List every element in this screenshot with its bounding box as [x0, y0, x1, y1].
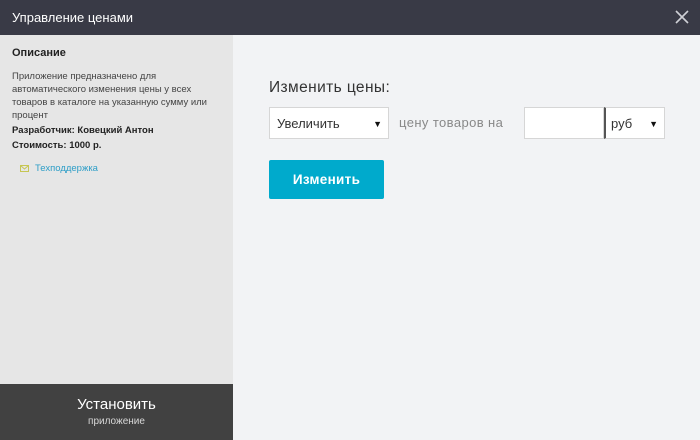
dropdown-arrow-icon: ▼	[649, 119, 658, 129]
action-select[interactable]: Увеличить ▼	[269, 107, 389, 139]
unit-select-value: руб	[611, 116, 633, 131]
unit-select[interactable]: руб ▼	[604, 107, 665, 139]
install-button[interactable]: Установить приложение	[0, 384, 233, 440]
close-icon[interactable]	[673, 8, 691, 26]
install-label: Установить	[77, 396, 156, 413]
window-title: Управление ценами	[12, 10, 134, 25]
form-heading: Изменить цены:	[269, 79, 391, 96]
sidebar: Описание Приложение предназначено для ав…	[0, 35, 233, 440]
sidebar-heading: Описание	[12, 47, 66, 59]
developer-info: Разработчик: Ковецкий Антон	[12, 125, 154, 136]
mail-icon	[20, 165, 29, 172]
install-sublabel: приложение	[88, 416, 145, 427]
dropdown-arrow-icon: ▼	[373, 119, 382, 129]
between-label: цену товаров на	[399, 115, 504, 130]
action-select-value: Увеличить	[277, 116, 340, 131]
support-link[interactable]: Техподдержка	[20, 163, 98, 174]
app-description: Приложение предназначено для автоматичес…	[12, 71, 207, 121]
window-titlebar: Управление ценами	[0, 0, 700, 35]
price-info: Стоимость: 1000 р.	[12, 140, 102, 151]
support-label: Техподдержка	[35, 163, 98, 174]
amount-input[interactable]	[524, 107, 604, 139]
main-content: Изменить цены: Увеличить ▼ цену товаров …	[233, 35, 700, 440]
change-prices-button[interactable]: Изменить	[269, 160, 384, 199]
